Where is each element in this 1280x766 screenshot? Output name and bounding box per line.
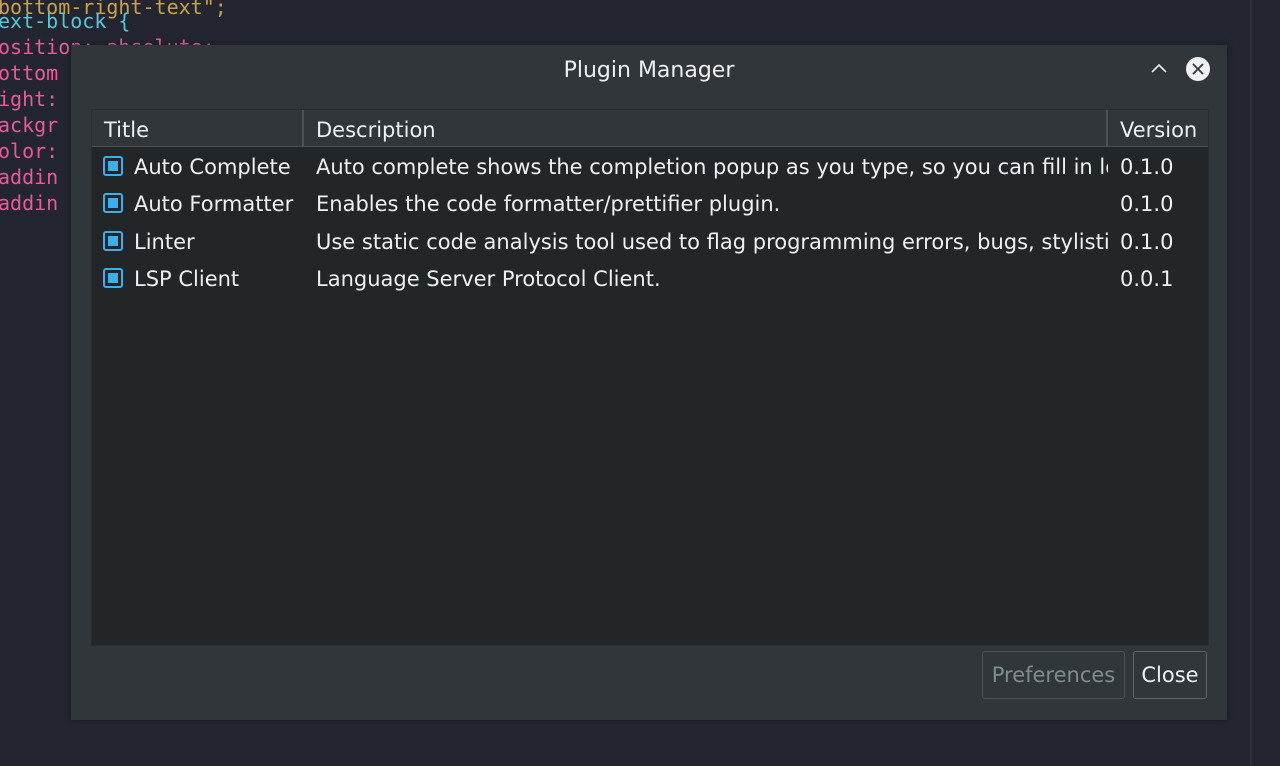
plugin-manager-dialog: Plugin Manager Title Description Version… <box>71 45 1227 720</box>
checkbox-check-mark <box>108 161 118 171</box>
plugin-title: Auto Formatter <box>134 192 294 216</box>
table-row[interactable]: Auto Formatter Enables the code formatte… <box>92 186 1208 223</box>
plugin-enabled-checkbox[interactable] <box>103 193 123 213</box>
code-line: ext-block { <box>0 9 131 33</box>
plugin-description: Language Server Protocol Client. <box>316 267 661 291</box>
table-row[interactable]: LSP Client Language Server Protocol Clie… <box>92 261 1208 298</box>
plugin-table: Title Description Version Auto Complete … <box>91 109 1209 646</box>
plugin-enabled-checkbox[interactable] <box>103 231 123 251</box>
code-line: ackgr <box>0 113 59 137</box>
column-header-description[interactable]: Description <box>316 116 436 144</box>
plugin-title: LSP Client <box>134 267 240 291</box>
plugin-title: Auto Complete <box>134 155 291 179</box>
editor-scrollbar-track <box>1250 0 1252 766</box>
preferences-button[interactable]: Preferences <box>982 651 1125 699</box>
checkbox-check-mark <box>108 273 118 283</box>
column-header-title[interactable]: Title <box>104 116 149 144</box>
plugin-description: Auto complete shows the completion popup… <box>316 155 1108 179</box>
table-row[interactable]: Auto Complete Auto complete shows the co… <box>92 149 1208 186</box>
code-line: ottom <box>0 61 59 85</box>
close-icon[interactable] <box>1185 56 1211 82</box>
close-button[interactable]: Close <box>1133 651 1207 699</box>
chevron-up-icon[interactable] <box>1147 57 1171 81</box>
table-row[interactable]: Linter Use static code analysis tool use… <box>92 224 1208 261</box>
code-line: ight: <box>0 87 59 111</box>
dialog-title: Plugin Manager <box>563 58 735 83</box>
plugin-title: Linter <box>134 230 195 254</box>
checkbox-check-mark <box>108 236 118 246</box>
column-divider[interactable] <box>1106 110 1108 146</box>
column-divider[interactable] <box>302 110 304 146</box>
code-line: addin <box>0 165 59 189</box>
plugin-version: 0.1.0 <box>1120 155 1174 179</box>
plugin-version: 0.1.0 <box>1120 230 1174 254</box>
table-header: Title Description Version <box>92 110 1208 147</box>
plugin-enabled-checkbox[interactable] <box>103 156 123 176</box>
dialog-titlebar[interactable]: Plugin Manager <box>71 45 1227 97</box>
checkbox-check-mark <box>108 198 118 208</box>
plugin-version: 0.1.0 <box>1120 192 1174 216</box>
column-header-version[interactable]: Version <box>1120 116 1197 144</box>
plugin-description: Use static code analysis tool used to fl… <box>316 230 1108 254</box>
plugin-description: Enables the code formatter/prettifier pl… <box>316 192 781 216</box>
code-line: addin <box>0 191 59 215</box>
plugin-enabled-checkbox[interactable] <box>103 268 123 288</box>
code-line: olor: <box>0 139 59 163</box>
plugin-version: 0.0.1 <box>1120 267 1174 291</box>
